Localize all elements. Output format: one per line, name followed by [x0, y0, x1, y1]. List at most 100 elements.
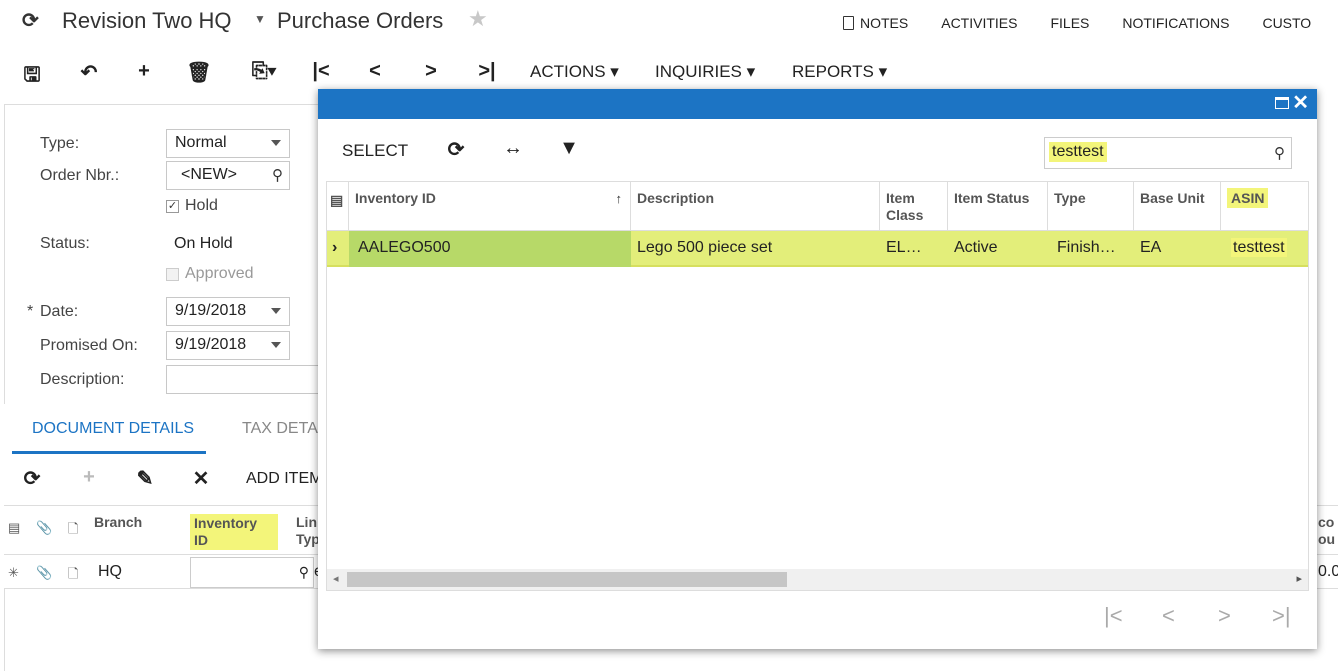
hold-label: Hold [185, 197, 218, 214]
order-nbr-field[interactable]: <NEW> ⚲ [166, 161, 290, 190]
column-asin[interactable]: ASIN [1221, 182, 1308, 230]
copy-paste-icon[interactable]: ⎘▾ [242, 60, 286, 83]
close-icon[interactable]: ✕ [1292, 92, 1309, 114]
new-row-icon: ✳ [8, 565, 19, 580]
column-inventory-id[interactable]: Inventory ID [190, 514, 278, 550]
refresh-icon[interactable]: ⟳ [20, 466, 44, 491]
previous-record-icon[interactable]: < [362, 60, 388, 83]
actions-menu[interactable]: ACTIONS ▾ [530, 62, 619, 82]
add-icon[interactable]: + [131, 60, 157, 83]
promised-on-picker[interactable]: 9/19/2018 [166, 331, 290, 360]
approved-checkbox: Approved [166, 265, 254, 283]
notifications-link[interactable]: NOTIFICATIONS [1122, 15, 1229, 31]
cut-off-cell[interactable]: 0.0 [1318, 563, 1338, 581]
refresh-icon[interactable]: ⟳ [443, 137, 469, 162]
date-picker[interactable]: 9/19/2018 [166, 297, 290, 326]
column-type[interactable]: Type [1048, 182, 1134, 230]
description-cell[interactable]: Lego 500 piece set [631, 231, 880, 267]
main-toolbar: 🖫 ↶ + 🗑 ⎘▾ |< < > >| ACTIONS ▾ INQUIRIES… [0, 58, 1338, 88]
type-label: Type: [40, 135, 80, 152]
base-unit-cell[interactable]: EA [1134, 231, 1221, 267]
chevron-down-icon[interactable]: ▼ [254, 12, 266, 26]
refresh-icon[interactable]: ⟳ [22, 8, 42, 32]
undo-icon[interactable]: ↶ [76, 60, 102, 85]
scrollbar-thumb[interactable] [347, 572, 787, 587]
checkbox-icon [166, 267, 179, 281]
files-link[interactable]: FILES [1050, 15, 1089, 31]
customization-link[interactable]: CUSTO [1262, 15, 1311, 31]
search-icon[interactable]: ⚲ [299, 564, 309, 581]
search-icon[interactable]: ⚲ [1274, 144, 1285, 162]
edit-icon[interactable]: ✎ [133, 466, 157, 491]
column-cut-off[interactable]: co ou [1318, 514, 1338, 548]
column-line-type[interactable]: Lin Typ [296, 514, 318, 548]
top-links: NOTES ACTIVITIES FILES NOTIFICATIONS CUS… [843, 15, 1338, 31]
reports-menu[interactable]: REPORTS ▾ [792, 62, 887, 82]
next-record-icon[interactable]: > [418, 60, 444, 83]
column-base-unit[interactable]: Base Unit [1134, 182, 1221, 230]
item-status-cell[interactable]: Active [948, 231, 1048, 267]
item-class-cell[interactable]: EL… [880, 231, 948, 267]
favorite-star-icon[interactable]: ★ [468, 6, 488, 32]
column-description[interactable]: Description [631, 182, 880, 230]
last-page-icon[interactable]: >| [1272, 603, 1291, 629]
filter-icon[interactable]: ▼ [556, 137, 582, 160]
fit-columns-icon[interactable]: ↔ [500, 137, 526, 160]
notes-link[interactable]: NOTES [843, 15, 908, 31]
scroll-left-icon[interactable]: ◂ [333, 572, 339, 585]
next-page-icon[interactable]: > [1218, 603, 1231, 629]
dialog-title-bar[interactable]: ✕ [318, 89, 1317, 119]
type-dropdown[interactable]: Normal [166, 129, 290, 158]
grid-settings-icon[interactable]: ▤ [8, 520, 20, 536]
description-label: Description: [40, 371, 125, 388]
column-inventory-id-label: Inventory ID [355, 190, 436, 206]
inventory-id-cell[interactable]: AALEGO500 [349, 231, 631, 267]
approved-label: Approved [185, 265, 254, 282]
search-icon[interactable]: ⚲ [272, 166, 283, 184]
column-branch[interactable]: Branch [94, 514, 142, 531]
inquiries-menu[interactable]: INQUIRIES ▾ [655, 62, 755, 82]
search-value: testtest [1049, 142, 1107, 162]
lookup-grid-header: ▤ Inventory ID ↑ Description Item Class … [327, 182, 1308, 231]
inventory-id-input[interactable]: ⚲ [190, 557, 314, 588]
add-item-button[interactable]: ADD ITEM [246, 470, 322, 488]
first-record-icon[interactable]: |< [308, 60, 334, 83]
previous-page-icon[interactable]: < [1162, 603, 1175, 629]
table-row[interactable]: › AALEGO500 Lego 500 piece set EL… Activ… [327, 231, 1308, 267]
type-value: Normal [175, 134, 227, 151]
column-item-status[interactable]: Item Status [948, 182, 1048, 230]
select-button[interactable]: SELECT [342, 141, 408, 161]
top-header: ⟳ Revision Two HQ ▼ Purchase Orders ★ NO… [0, 0, 1338, 46]
branch-cell[interactable]: HQ [98, 563, 122, 581]
delete-row-icon[interactable]: ✕ [189, 466, 213, 491]
tab-tax-details[interactable]: TAX DETA [242, 420, 318, 438]
chevron-down-icon [271, 342, 281, 348]
note-icon: 🗋 [68, 566, 79, 581]
chevron-down-icon [271, 308, 281, 314]
attachment-icon: 📎 [36, 565, 53, 580]
hold-checkbox[interactable]: ✓ Hold [166, 197, 218, 215]
delete-icon[interactable]: 🗑 [186, 60, 212, 85]
asin-cell[interactable]: testtest [1221, 231, 1308, 267]
tab-document-details[interactable]: DOCUMENT DETAILS [32, 420, 194, 438]
description-field[interactable] [166, 365, 326, 394]
last-record-icon[interactable]: >| [474, 60, 500, 83]
add-row-icon[interactable]: + [77, 466, 101, 489]
company-selector[interactable]: Revision Two HQ [62, 8, 232, 34]
column-item-class[interactable]: Item Class [880, 182, 948, 230]
grid-settings-icon[interactable]: ▤ [327, 182, 349, 230]
column-inventory-id[interactable]: Inventory ID ↑ [349, 182, 631, 230]
scroll-right-icon[interactable]: ▸ [1296, 572, 1302, 585]
date-label: Date: [40, 303, 79, 320]
horizontal-scrollbar[interactable]: ◂ ▸ [327, 569, 1308, 590]
checkbox-checked-icon: ✓ [166, 199, 179, 213]
save-icon[interactable]: 🖫 [19, 60, 45, 94]
activities-link[interactable]: ACTIVITIES [941, 15, 1017, 31]
divider [4, 589, 5, 671]
pager: |< < > >| [1098, 601, 1298, 631]
sort-ascending-icon: ↑ [615, 191, 623, 206]
maximize-icon[interactable] [1275, 97, 1289, 109]
first-page-icon[interactable]: |< [1104, 603, 1123, 629]
type-cell[interactable]: Finish… [1048, 231, 1134, 267]
search-input[interactable]: testtest ⚲ [1044, 137, 1292, 169]
